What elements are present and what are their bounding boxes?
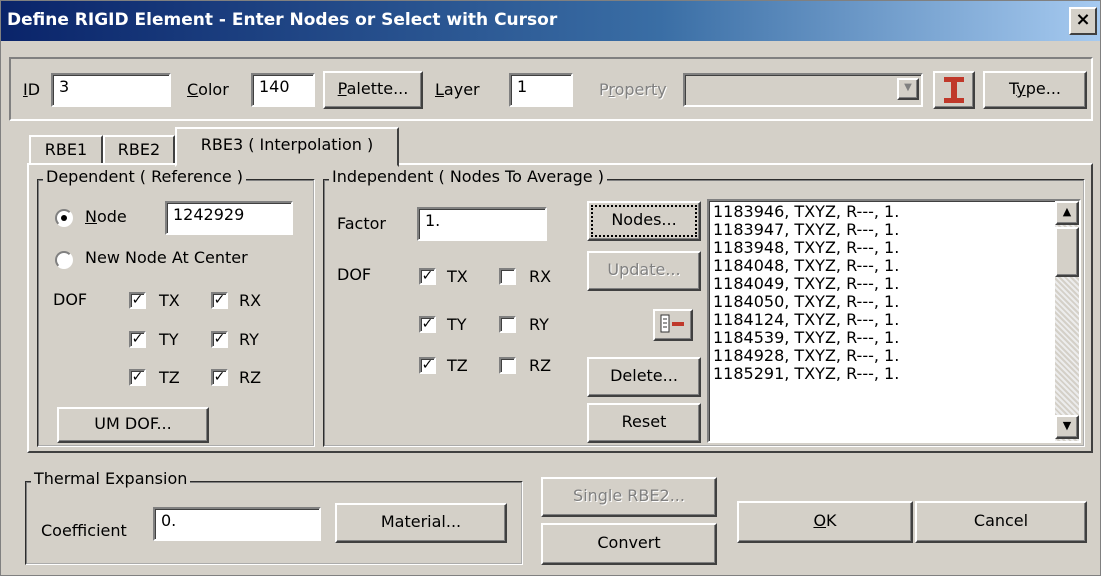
list-item[interactable]: 1184050, TXYZ, R---, 1.: [713, 293, 1075, 311]
update-button[interactable]: Update...: [587, 251, 701, 291]
layer-label: Layer: [435, 80, 480, 99]
dep-ty-label: TY: [159, 330, 179, 349]
dep-tx-checkbox[interactable]: ✓: [129, 292, 146, 309]
color-field[interactable]: 140: [251, 73, 315, 107]
palette-button[interactable]: Palette...: [323, 71, 423, 109]
dependent-legend: Dependent ( Reference ): [43, 167, 247, 186]
convert-button[interactable]: Convert: [541, 523, 717, 565]
scroll-up-button[interactable]: ▲: [1055, 201, 1079, 225]
id-field[interactable]: 3: [51, 73, 171, 107]
thermal-legend: Thermal Expansion: [31, 469, 191, 488]
chevron-down-icon: ▼: [904, 82, 912, 93]
section-icon-button[interactable]: [933, 71, 975, 109]
um-dof-button[interactable]: UM DOF...: [57, 407, 209, 443]
dep-tx-label: TX: [159, 291, 180, 310]
property-select[interactable]: [683, 73, 923, 107]
dep-tz-checkbox[interactable]: ✓: [129, 369, 146, 386]
delete-button[interactable]: Delete...: [587, 357, 701, 397]
ok-button[interactable]: OK: [737, 501, 913, 543]
ind-rx-label: RX: [529, 267, 552, 286]
window-title: Define RIGID Element - Enter Nodes or Se…: [7, 10, 558, 30]
ind-tz-checkbox[interactable]: ✓: [419, 357, 436, 374]
dep-rz-label: RZ: [239, 368, 262, 387]
node-label: Node: [85, 207, 127, 226]
close-button[interactable]: ×: [1069, 7, 1097, 35]
dep-ty-checkbox[interactable]: ✓: [129, 331, 146, 348]
tab-rbe3[interactable]: RBE3 ( Interpolation ): [175, 127, 399, 167]
cancel-button[interactable]: Cancel: [915, 501, 1087, 543]
ind-rz-checkbox[interactable]: [499, 357, 516, 374]
beam-section-icon: [944, 77, 964, 103]
list-item[interactable]: 1183948, TXYZ, R---, 1.: [713, 239, 1075, 257]
ind-ry-label: RY: [529, 315, 549, 334]
dep-ry-checkbox[interactable]: ✓: [211, 331, 228, 348]
ind-tx-checkbox[interactable]: ✓: [419, 268, 436, 285]
scroll-down-button[interactable]: ▼: [1055, 415, 1079, 439]
id-label: ID: [23, 80, 41, 99]
dep-rx-checkbox[interactable]: ✓: [211, 292, 228, 309]
ind-ty-checkbox[interactable]: ✓: [419, 316, 436, 333]
property-label: Property: [599, 80, 667, 99]
node-radio[interactable]: [55, 209, 73, 227]
list-item[interactable]: 1184539, TXYZ, R---, 1.: [713, 329, 1075, 347]
node-list-items: 1183946, TXYZ, R---, 1. 1183947, TXYZ, R-…: [713, 203, 1075, 383]
ind-ry-checkbox[interactable]: [499, 316, 516, 333]
list-item[interactable]: 1184049, TXYZ, R---, 1.: [713, 275, 1075, 293]
node-field[interactable]: 1242929: [165, 201, 293, 235]
ind-ty-label: TY: [447, 315, 467, 334]
ind-tx-label: TX: [447, 267, 468, 286]
color-label: Color: [187, 80, 229, 99]
independent-nodes-list[interactable]: 1183946, TXYZ, R---, 1. 1183947, TXYZ, R-…: [707, 199, 1081, 443]
coefficient-field[interactable]: 0.: [153, 507, 321, 541]
property-dropdown-button[interactable]: ▼: [897, 78, 919, 100]
nodes-button[interactable]: Nodes...: [587, 201, 701, 241]
ind-tz-label: TZ: [447, 356, 468, 375]
list-item[interactable]: 1183947, TXYZ, R---, 1.: [713, 221, 1075, 239]
dialog-window: Define RIGID Element - Enter Nodes or Se…: [0, 0, 1101, 576]
dependent-dof-label: DOF: [53, 290, 88, 309]
single-rbe2-button[interactable]: Single RBE2...: [541, 477, 717, 517]
reset-button[interactable]: Reset: [587, 403, 701, 443]
arrow-up-icon: ▲: [1062, 205, 1072, 218]
tab-rbe2[interactable]: RBE2: [103, 135, 175, 163]
list-item[interactable]: 1184124, TXYZ, R---, 1.: [713, 311, 1075, 329]
list-item[interactable]: 1183946, TXYZ, R---, 1.: [713, 203, 1075, 221]
new-node-radio[interactable]: [55, 251, 73, 269]
ind-rx-checkbox[interactable]: [499, 268, 516, 285]
remove-node-button[interactable]: [653, 309, 693, 341]
independent-dof-label: DOF: [337, 265, 372, 284]
dep-rz-checkbox[interactable]: ✓: [211, 369, 228, 386]
title-bar[interactable]: Define RIGID Element - Enter Nodes or Se…: [1, 1, 1100, 41]
list-item[interactable]: 1184048, TXYZ, R---, 1.: [713, 257, 1075, 275]
dep-ry-label: RY: [239, 330, 259, 349]
dep-rx-label: RX: [239, 291, 262, 310]
coefficient-label: Coefficient: [41, 521, 127, 540]
material-button[interactable]: Material...: [335, 503, 507, 543]
ind-rz-label: RZ: [529, 356, 552, 375]
new-node-label: New Node At Center: [85, 248, 248, 267]
independent-legend: Independent ( Nodes To Average ): [329, 167, 607, 186]
type-button[interactable]: Type...: [983, 71, 1087, 109]
tab-rbe1[interactable]: RBE1: [29, 135, 103, 163]
factor-label: Factor: [337, 214, 386, 233]
dep-tz-label: TZ: [159, 368, 180, 387]
factor-field[interactable]: 1.: [417, 207, 547, 241]
scrollbar-thumb[interactable]: [1055, 227, 1079, 277]
arrow-down-icon: ▼: [1062, 419, 1072, 432]
remove-from-list-icon: [660, 314, 684, 333]
list-item[interactable]: 1185291, TXYZ, R---, 1.: [713, 365, 1075, 383]
layer-field[interactable]: 1: [509, 73, 573, 107]
list-item[interactable]: 1184928, TXYZ, R---, 1.: [713, 347, 1075, 365]
